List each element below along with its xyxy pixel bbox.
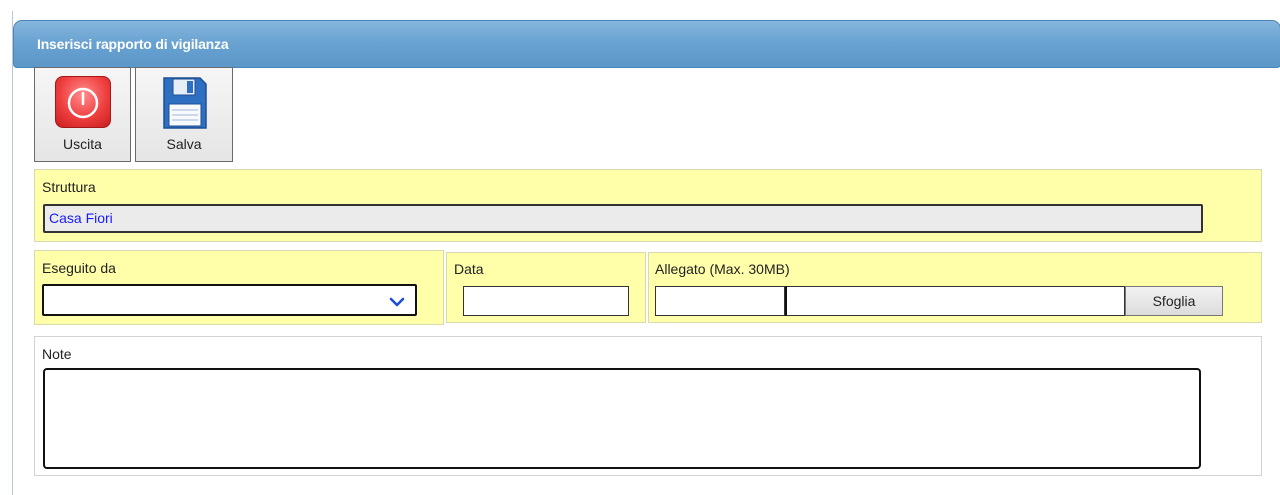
eseguito-da-section: Eseguito da (34, 250, 444, 325)
exit-button-label: Uscita (63, 136, 102, 152)
data-label: Data (454, 261, 484, 277)
floppy-disk-icon (162, 76, 208, 133)
struttura-section: Struttura Casa Fiori (34, 169, 1262, 242)
file-name-field[interactable] (655, 286, 785, 316)
allegato-section: Allegato (Max. 30MB) Sfoglia (648, 252, 1262, 323)
note-section: Note (34, 336, 1262, 476)
panel-title: Inserisci rapporto di vigilanza (37, 36, 229, 52)
eseguito-da-label: Eseguito da (42, 260, 116, 276)
struttura-field: Casa Fiori (43, 204, 1203, 233)
allegato-label: Allegato (Max. 30MB) (655, 261, 790, 277)
eseguito-da-select[interactable] (42, 284, 417, 316)
save-button[interactable]: Salva (135, 67, 233, 162)
browse-button[interactable]: Sfoglia (1125, 286, 1223, 316)
panel-header: Inserisci rapporto di vigilanza (13, 20, 1280, 68)
struttura-label: Struttura (42, 179, 96, 195)
power-icon (55, 76, 111, 128)
note-textarea[interactable] (43, 368, 1201, 469)
save-button-label: Salva (166, 136, 202, 152)
data-section: Data (446, 252, 646, 323)
data-input[interactable] (463, 286, 629, 316)
chevron-down-icon (389, 295, 405, 311)
file-path-field[interactable] (785, 286, 1125, 316)
note-label: Note (42, 346, 72, 362)
exit-button[interactable]: Uscita (34, 67, 131, 162)
